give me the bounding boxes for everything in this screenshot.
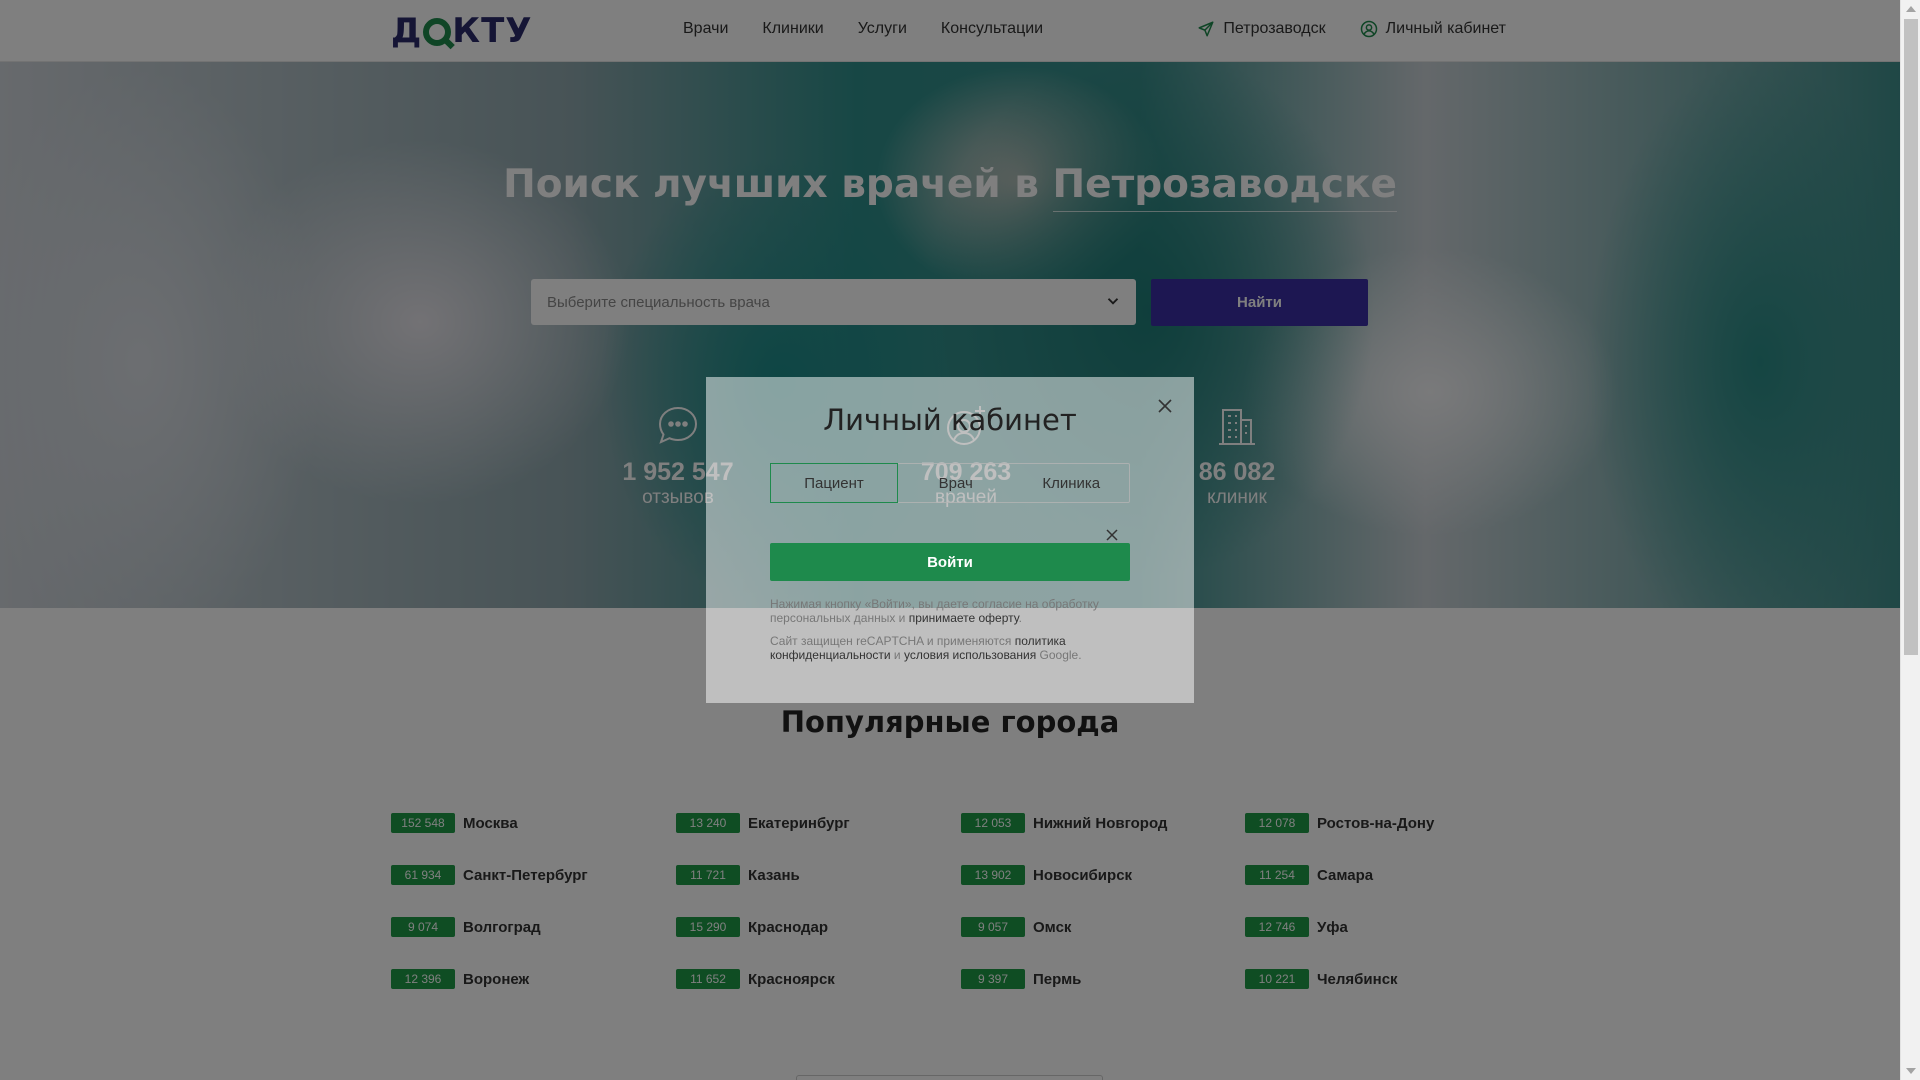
scroll-down-arrow-icon[interactable] bbox=[1906, 1068, 1916, 1074]
account-type-tabs: Пациент Врач Клиника bbox=[770, 463, 1130, 503]
modal-title: Личный кабинет bbox=[823, 403, 1077, 437]
page-scrollbar[interactable] bbox=[1900, 0, 1920, 1080]
scrollbar-thumb[interactable] bbox=[1904, 19, 1918, 655]
login-button[interactable]: Войти bbox=[770, 543, 1130, 581]
login-modal: Личный кабинет Пациент Врач Клиника Войт… bbox=[706, 377, 1194, 703]
tab-doctor[interactable]: Врач bbox=[898, 464, 1014, 502]
scroll-up-arrow-icon[interactable] bbox=[1906, 6, 1916, 12]
clear-input-icon[interactable] bbox=[1106, 529, 1118, 541]
recaptcha-text: Сайт защищен reCAPTCHA и применяются пол… bbox=[770, 634, 1082, 662]
tab-patient[interactable]: Пациент bbox=[770, 463, 898, 503]
tab-clinic[interactable]: Клиника bbox=[1014, 464, 1130, 502]
offer-link[interactable]: принимаете оферту bbox=[909, 611, 1019, 625]
terms-of-use-link[interactable]: условия использования bbox=[904, 648, 1036, 662]
consent-text: Нажимая кнопку «Войти», вы даете согласи… bbox=[770, 597, 1099, 625]
